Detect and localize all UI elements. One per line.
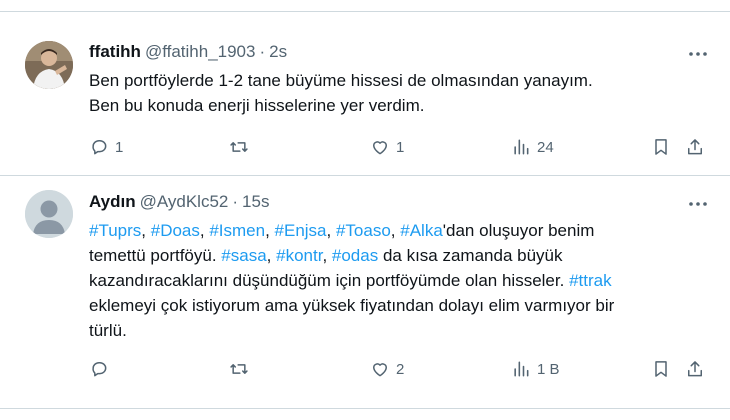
tweet-text-line: türlü. [89,318,699,343]
tweet-text: #Tuprs, #Doas, #Ismen, #Enjsa, #Toaso, #… [89,218,699,343]
text-segment: Ben bu konuda enerji hisselerine yer ver… [89,96,425,115]
share-button[interactable] [685,358,705,380]
text-segment: , [141,221,151,240]
heart-icon [373,141,387,155]
tweet-text: Ben portföylerde 1-2 tane büyüme hissesi… [89,68,699,118]
reply-button[interactable] [89,358,115,380]
display-name[interactable]: Aydın [89,192,136,212]
text-segment: kazandıracaklarını düşündüğüm için portf… [89,271,570,290]
reply-icon [92,362,107,377]
text-segment: , [390,221,401,240]
more-horizontal-icon[interactable] [688,44,708,64]
tweet-text-line: temettü portföyü. #sasa, #kontr, #odas d… [89,243,699,268]
tweet-header: Aydın @AydKlc52 · 15s [89,192,269,214]
tweet-divider [0,408,730,409]
text-segment: eklemeyi çok istiyorum ama yüksek fiyatı… [89,296,615,315]
views-icon [514,139,529,155]
text-segment: , [199,221,210,240]
like-button[interactable]: 1 [370,136,404,158]
retweet-button[interactable] [229,358,255,380]
tweet-card[interactable]: Aydın @AydKlc52 · 15s #Tuprs, #Doas, #Is… [0,176,730,408]
more-horizontal-icon[interactable] [688,194,708,214]
bookmark-button[interactable] [651,136,671,158]
views-button[interactable]: 1 B [511,358,560,380]
tweet-actions: 2 1 B [89,358,715,380]
timestamp[interactable]: 2s [269,42,287,62]
avatar-photo [25,41,73,89]
hashtag-link[interactable]: #Toaso [336,221,391,240]
share-icon [688,361,702,377]
views-count: 1 B [537,360,560,378]
retweet-icon [230,364,248,374]
heart-icon [373,363,387,377]
display-name[interactable]: ffatihh [89,42,141,62]
like-count: 2 [396,360,405,378]
tweet-text-line: #Tuprs, #Doas, #Ismen, #Enjsa, #Toaso, #… [89,218,699,243]
hashtag-link[interactable]: #Ismen [209,221,265,240]
timestamp[interactable]: 15s [242,192,269,212]
like-count: 1 [396,138,405,156]
hashtag-link[interactable]: #ttrak [569,271,612,290]
share-icon [688,139,702,155]
text-segment: türlü. [89,321,127,340]
hashtag-link[interactable]: #Tuprs [89,221,141,240]
text-segment: Ben portföylerde 1-2 tane büyüme hissesi… [89,71,593,90]
text-segment: temettü portföyü. [89,246,222,265]
default-avatar-icon [25,190,73,238]
like-button[interactable]: 2 [370,358,404,380]
text-segment: , [265,221,275,240]
text-segment: 'dan oluşuyor benim [442,221,595,240]
text-segment: , [322,246,332,265]
hashtag-link[interactable]: #Doas [151,221,200,240]
tweet-text-line: eklemeyi çok istiyorum ama yüksek fiyatı… [89,293,699,318]
hashtag-link[interactable]: #Enjsa [275,221,327,240]
bookmark-icon [655,361,667,377]
previous-tweet-edge [0,0,730,12]
avatar[interactable] [25,190,73,238]
separator-dot: · [259,42,266,61]
text-segment: , [266,246,277,265]
views-icon [514,361,529,377]
hashtag-link[interactable]: #kontr [276,246,322,265]
tweet-text-line: Ben portföylerde 1-2 tane büyüme hissesi… [89,68,699,93]
text-segment: , [326,221,336,240]
views-count: 24 [537,138,554,156]
retweet-icon [230,142,248,152]
retweet-button[interactable] [229,136,255,158]
user-handle[interactable]: @ffatihh_1903 [145,42,256,62]
hashtag-link[interactable]: #sasa [221,246,266,265]
tweet-text-line: Ben bu konuda enerji hisselerine yer ver… [89,93,699,118]
tweet-header: ffatihh @ffatihh_1903 · 2s [89,42,287,64]
hashtag-link[interactable]: #Alka [400,221,443,240]
reply-icon [92,140,107,155]
views-button[interactable]: 24 [511,136,554,158]
tweet-text-line: kazandıracaklarını düşündüğüm için portf… [89,268,699,293]
tweet-actions: 1 1 24 [89,136,715,158]
reply-count: 1 [115,138,124,156]
bookmark-button[interactable] [651,358,671,380]
bookmark-icon [655,139,667,155]
user-handle[interactable]: @AydKlc52 [140,192,229,212]
text-segment: da kısa zamanda büyük [378,246,563,265]
avatar[interactable] [25,41,73,89]
reply-button[interactable]: 1 [89,136,123,158]
share-button[interactable] [685,136,705,158]
tweet-card[interactable]: ffatihh @ffatihh_1903 · 2s Ben portföyle… [0,12,730,175]
separator-dot: · [232,192,239,211]
hashtag-link[interactable]: #odas [332,246,378,265]
